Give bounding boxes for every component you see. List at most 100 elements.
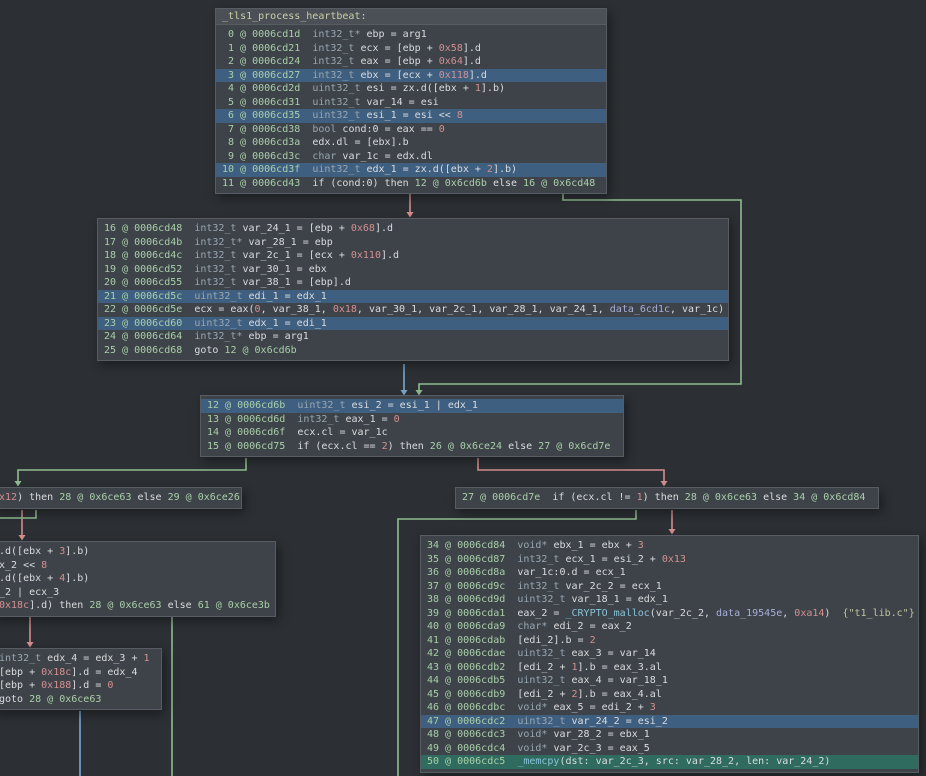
il-token: var_14 = esi [360, 97, 438, 108]
il-token: var_24_2 = esi_2 [565, 716, 667, 727]
il-row[interactable]: 48 @ 0006cdc3 void* var_28_2 = ebx_1 [421, 728, 918, 742]
il-row[interactable]: 46 @ 0006cdbc void* eax_5 = edi_2 + 3 [421, 701, 918, 715]
il-row[interactable]: 41 @ 0006cdab [edi_2].b = 2 [421, 634, 918, 648]
address-label: 15 @ 0006cd75 [207, 441, 297, 452]
il-row[interactable]: int32_t edx_4 = edx_3 + 1 [0, 652, 161, 666]
il-row[interactable]: 2 @ 0006cd24 int32_t eax = [ebp + 0x64].… [216, 55, 606, 69]
cfg-edge-green [0, 510, 36, 518]
il-token: 0x18 [333, 304, 357, 315]
il-token: 0 [107, 680, 113, 691]
il-row[interactable]: 9 @ 0006cd3c char var_1c = edx.dl [216, 150, 606, 164]
address-label: 14 @ 0006cd6f [207, 427, 297, 438]
il-token: int32_t [297, 414, 339, 425]
address-label: 42 @ 0006cdae [427, 648, 517, 659]
il-row[interactable]: 36 @ 0006cd8a var_1c:0.d = ecx_1 [421, 566, 918, 580]
il-row[interactable]: 5 @ 0006cd31 uint32_t var_14 = esi [216, 96, 606, 110]
il-row[interactable]: 23 @ 0006cd60 uint32_t edx_1 = edi_1 [98, 317, 728, 331]
il-row[interactable]: 24 @ 0006cd64 int32_t* ebp = arg1 [98, 330, 728, 344]
il-row[interactable]: 34 @ 0006cd84 void* ebx_1 = ebx + 3 [421, 539, 918, 553]
il-token: edx_4 = edx_3 + [41, 653, 143, 664]
il-row[interactable]: 4 @ 0006cd2d uint32_t esi = zx.d([ebx + … [216, 82, 606, 96]
edge-arrowhead [27, 642, 34, 648]
il-token: uint32_t [517, 648, 565, 659]
il-row[interactable]: 25 @ 0006cd68 goto 12 @ 0x6cd6b [98, 344, 728, 358]
il-row[interactable]: 12 @ 0006cd6b uint32_t esi_2 = esi_1 | e… [201, 399, 623, 413]
graph-canvas[interactable]: _tls1_process_heartbeat: 0 @ 0006cd1d in… [0, 0, 926, 776]
instruction-rows: .d([ebx + 3].b)x_2 << 8.d([ebx + 4].b)_2… [0, 542, 275, 616]
il-row[interactable]: 43 @ 0006cdb2 [edi_2 + 1].b = eax_3.al [421, 661, 918, 675]
address-label: 3 @ 0006cd27 [222, 70, 312, 81]
il-row[interactable]: 49 @ 0006cdc4 void* var_2c_3 = eax_5 [421, 742, 918, 756]
il-token: else [487, 178, 523, 189]
il-row[interactable]: 39 @ 0006cda1 eax_2 = _CRYPTO_malloc(var… [421, 607, 918, 621]
il-token: edi_2 = eax_2 [547, 621, 631, 632]
function-name-header[interactable]: _tls1_process_heartbeat: [216, 9, 606, 25]
il-row[interactable]: 7 @ 0006cd38 bool cond:0 = eax == 0 [216, 123, 606, 137]
il-row[interactable]: 35 @ 0006cd87 int32_t ecx_1 = esi_2 + 0x… [421, 553, 918, 567]
il-row[interactable]: 47 @ 0006cdc2 uint32_t var_24_2 = esi_2 [421, 715, 918, 729]
il-row[interactable]: 10 @ 0006cd3f uint32_t edx_1 = zx.d([ebx… [216, 163, 606, 177]
il-token: ) then [388, 441, 430, 452]
il-row[interactable]: 11 @ 0006cd43 if (cond:0) then 12 @ 0x6c… [216, 177, 606, 191]
il-row[interactable]: 18 @ 0006cd4c int32_t var_2c_1 = [ecx + … [98, 249, 728, 263]
il-row[interactable]: 14 @ 0006cd6f ecx.cl = var_1c [201, 426, 623, 440]
il-token: 27 @ 0x6cd7e [538, 441, 610, 452]
il-token: int32_t* [194, 237, 242, 248]
il-token: 8 [457, 110, 463, 121]
il-row[interactable]: .d([ebx + 3].b) [0, 545, 275, 559]
il-row[interactable]: 13 @ 0006cd6d int32_t eax_1 = 0 [201, 413, 623, 427]
il-row[interactable]: 0x18c].d) then 28 @ 0x6ce63 else 61 @ 0x… [0, 599, 275, 613]
address-label: 16 @ 0006cd48 [104, 223, 194, 234]
il-row[interactable]: 27 @ 0006cd7e if (ecx.cl != 1) then 28 @… [456, 491, 878, 505]
il-row[interactable]: 17 @ 0006cd4b int32_t* var_28_1 = ebp [98, 236, 728, 250]
il-token: uint32_t [297, 400, 345, 411]
il-token: 0 [439, 124, 445, 135]
il-token: , var_30_1, var_2c_1, var_28_1, var_24_1… [357, 304, 610, 315]
il-row[interactable]: 42 @ 0006cdae uint32_t eax_3 = var_14 [421, 647, 918, 661]
il-row[interactable]: [ebp + 0x18c].d = edx_4 [0, 666, 161, 680]
address-label: 34 @ 0006cd84 [427, 540, 517, 551]
il-row[interactable]: [ebp + 0x188].d = 0 [0, 679, 161, 693]
il-token: 0xa14 [794, 608, 824, 619]
cfg-edge-red [478, 458, 664, 481]
il-token: int32_t [194, 250, 236, 261]
il-row[interactable]: x12) then 28 @ 0x6ce63 else 29 @ 0x6ce26 [0, 491, 241, 505]
edge-arrowhead [407, 212, 414, 218]
address-label: 6 @ 0006cd35 [222, 110, 312, 121]
il-row[interactable]: 15 @ 0006cd75 if (ecx.cl == 2) then 26 @… [201, 440, 623, 454]
il-row[interactable]: _2 | ecx_3 [0, 586, 275, 600]
il-row[interactable]: .d([ebx + 4].b) [0, 572, 275, 586]
il-row[interactable]: goto 28 @ 0x6ce63 [0, 693, 161, 707]
il-row[interactable]: 38 @ 0006cd9d uint32_t var_18_1 = edx_1 [421, 593, 918, 607]
il-row[interactable]: 3 @ 0006cd27 int32_t ebx = [ecx + 0x118]… [216, 69, 606, 83]
basic-block-0006cd48: 16 @ 0006cd48 int32_t var_24_1 = [ebp + … [97, 218, 729, 361]
il-token: eax_3 = var_14 [565, 648, 655, 659]
il-row[interactable]: 0 @ 0006cd1d int32_t* ebp = arg1 [216, 28, 606, 42]
il-token: ].d [381, 250, 399, 261]
il-row[interactable]: 44 @ 0006cdb5 uint32_t eax_4 = var_18_1 [421, 674, 918, 688]
il-row[interactable]: 20 @ 0006cd55 int32_t var_38_1 = [ebp].d [98, 276, 728, 290]
il-row[interactable]: 1 @ 0006cd21 int32_t ecx = [ebp + 0x58].… [216, 42, 606, 56]
il-row[interactable]: 8 @ 0006cd3a edx.dl = [ebx].b [216, 136, 606, 150]
il-row[interactable]: 40 @ 0006cda9 char* edi_2 = eax_2 [421, 620, 918, 634]
il-row[interactable]: 19 @ 0006cd52 int32_t var_30_1 = ebx [98, 263, 728, 277]
il-token: 61 @ 0x6ce3b [198, 600, 270, 611]
il-row[interactable]: x_2 << 8 [0, 559, 275, 573]
il-row[interactable]: 16 @ 0006cd48 int32_t var_24_1 = [ebp + … [98, 222, 728, 236]
il-token: esi_2 = esi_1 | edx_1 [345, 400, 477, 411]
address-label: 18 @ 0006cd4c [104, 250, 194, 261]
il-token: 3 [650, 702, 656, 713]
il-row[interactable]: 21 @ 0006cd5c uint32_t edi_1 = edx_1 [98, 290, 728, 304]
il-row[interactable]: 50 @ 0006cdc5 _memcpy(dst: var_2c_3, src… [421, 755, 918, 769]
address-label: 24 @ 0006cd64 [104, 331, 194, 342]
address-label: 41 @ 0006cdab [427, 635, 517, 646]
il-token: ].d = [71, 680, 107, 691]
il-token: edx.dl = [ebx].b [312, 137, 408, 148]
il-row[interactable]: 6 @ 0006cd35 uint32_t esi_1 = esi << 8 [216, 109, 606, 123]
il-token: 28 @ 0x6ce63 [89, 600, 161, 611]
il-row[interactable]: 22 @ 0006cd5e ecx = eax(0, var_38_1, 0x1… [98, 303, 728, 317]
il-row[interactable]: 45 @ 0006cdb9 [edi_2 + 2].b = eax_4.al [421, 688, 918, 702]
il-token: eax_1 = [339, 414, 393, 425]
il-token: [edi_2 + [517, 689, 571, 700]
il-row[interactable]: 37 @ 0006cd9c int32_t var_2c_2 = ecx_1 [421, 580, 918, 594]
